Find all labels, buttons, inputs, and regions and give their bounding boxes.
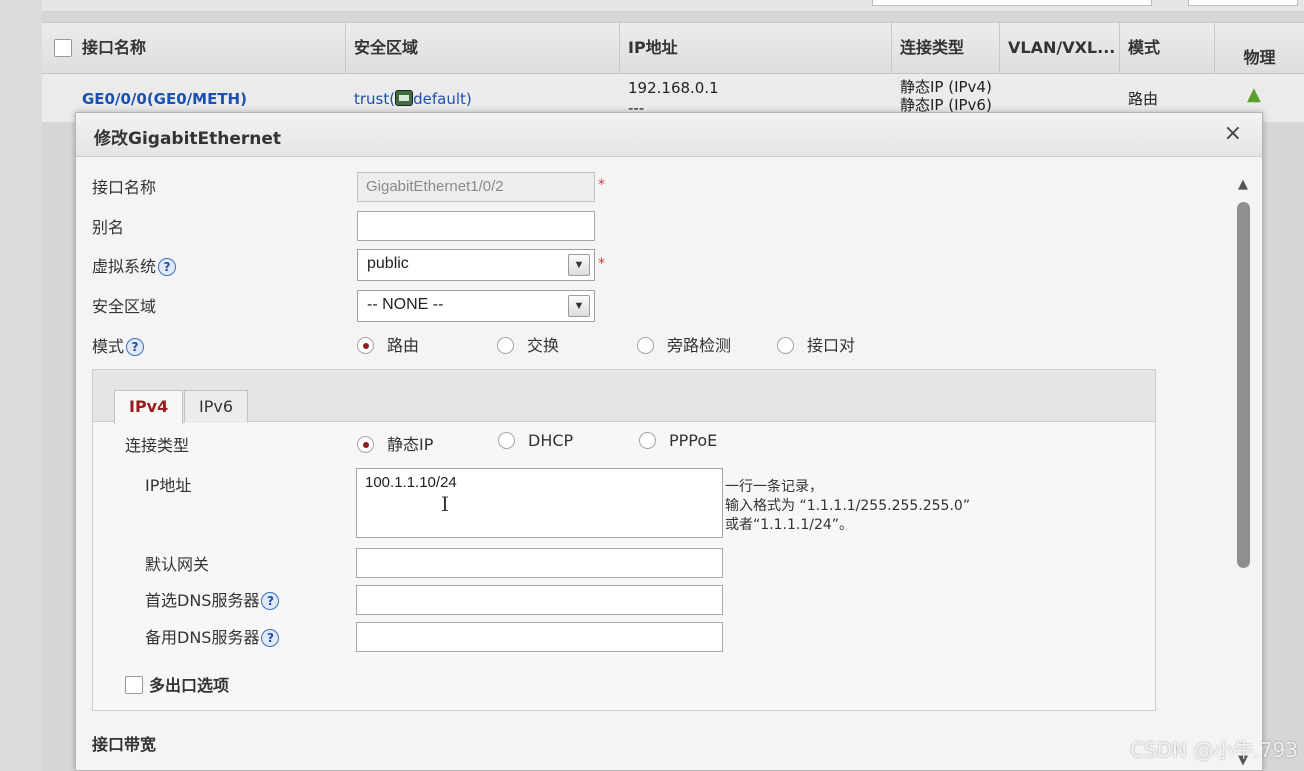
help-icon[interactable]: ? [261, 592, 280, 610]
conn-radio-static[interactable]: 静态IP [357, 431, 433, 455]
alias-input[interactable] [357, 211, 595, 241]
vsys-select[interactable]: public ▼ [357, 249, 595, 281]
row-zone-link[interactable]: trust( default) [354, 90, 472, 108]
left-gutter [0, 0, 42, 771]
row-connection-type: 静态IP (IPv4) 静态IP (IPv6) [900, 78, 992, 114]
mode-pair-label: 接口对 [807, 336, 856, 355]
help-icon[interactable]: ? [126, 338, 145, 356]
dns2-input[interactable] [356, 622, 723, 652]
conn-dhcp-label: DHCP [528, 431, 574, 450]
multi-exit-label: 多出口选项 [149, 676, 230, 695]
edit-interface-dialog: 修改GigabitEthernet × 接口名称 GigabitEthernet… [75, 112, 1263, 771]
zone-select-value: -- NONE -- [367, 296, 444, 313]
mode-radio-bypass[interactable]: 旁路检测 [637, 332, 731, 356]
radio-selected-icon[interactable] [357, 337, 374, 354]
multi-exit-checkbox[interactable] [125, 676, 143, 694]
zone-select[interactable]: -- NONE -- ▼ [357, 290, 595, 322]
scroll-up-icon[interactable]: ▲ [1234, 177, 1252, 192]
toolbar-search-fragment[interactable] [872, 0, 1152, 6]
mode-label-text: 模式 [92, 337, 125, 356]
tab-ipv4[interactable]: IPv4 [114, 390, 184, 424]
help-icon[interactable]: ? [261, 629, 280, 647]
zone-shield-icon [395, 90, 414, 106]
conn-static-label: 静态IP [387, 435, 434, 454]
gateway-label: 默认网关 [145, 555, 210, 574]
mode-label: 模式? [92, 333, 145, 357]
row-interface-name-link[interactable]: GE0/0/0(GE0/METH) [82, 90, 247, 108]
radio-icon[interactable] [777, 337, 794, 354]
row-zone-prefix: trust( [354, 90, 396, 108]
hint-line3: 或者“1.1.1.1/24”。 [725, 517, 854, 533]
hint-line2: 输入格式为 “1.1.1.1/255.255.255.0” [725, 498, 971, 514]
mode-radio-route[interactable]: 路由 [357, 332, 419, 356]
row-mode: 路由 [1128, 90, 1159, 108]
mode-bypass-label: 旁路检测 [667, 336, 732, 355]
bandwidth-section-label[interactable]: 接口带宽 [92, 731, 156, 755]
dialog-header: 修改GigabitEthernet × [76, 113, 1262, 157]
col-vlan[interactable]: VLAN/VXL... [1000, 23, 1120, 75]
required-mark: * [598, 177, 605, 193]
conn-type-label: 连接类型 [125, 436, 190, 455]
chevron-down-icon[interactable]: ▼ [568, 295, 590, 317]
mode-radio-pair[interactable]: 接口对 [777, 332, 855, 356]
toolbar-field-fragment[interactable] [1188, 0, 1298, 6]
zone-label: 安全区域 [92, 297, 157, 316]
ip-address-textarea[interactable]: 100.1.1.10/24 [356, 468, 723, 538]
link-up-arrow-icon: ▲ [1247, 84, 1261, 105]
vsys-label-text: 虚拟系统 [92, 257, 157, 276]
ip-format-hint: 一行一条记录， 输入格式为 “1.1.1.1/255.255.255.0” 或者… [725, 478, 970, 535]
conn-radio-dhcp[interactable]: DHCP [498, 431, 573, 450]
row-zone-suffix: default) [413, 90, 472, 108]
watermark: CSDN @小牛.793 [1130, 738, 1298, 762]
dns1-label: 首选DNS服务器? [145, 587, 280, 611]
multi-exit-option[interactable]: 多出口选项 [125, 672, 229, 696]
gateway-input[interactable] [356, 548, 723, 578]
interface-name-field: GigabitEthernet1/0/2 [357, 172, 595, 202]
dns1-input[interactable] [356, 585, 723, 615]
interface-table-header: 接口名称 安全区域 IP地址 连接类型 VLAN/VXL... 模式 物理 [42, 22, 1304, 75]
ip-tab-strip: IPv4 IPv6 [93, 370, 1155, 424]
ip-address-label: IP地址 [145, 476, 192, 495]
select-all-checkbox[interactable] [54, 39, 72, 57]
interface-name-label: 接口名称 [92, 178, 157, 197]
row-ip-line1: 192.168.0.1 [628, 79, 719, 97]
radio-icon[interactable] [637, 337, 654, 354]
tab-ipv6[interactable]: IPv6 [184, 390, 249, 423]
conn-pppoe-label: PPPoE [669, 431, 718, 450]
dns2-label-text: 备用DNS服务器 [145, 628, 260, 647]
help-icon[interactable]: ? [158, 258, 177, 276]
col-connection-type[interactable]: 连接类型 [892, 23, 1000, 75]
radio-icon[interactable] [497, 337, 514, 354]
radio-icon[interactable] [498, 432, 515, 449]
ip-config-panel: IPv4 IPv6 连接类型 静态IP DHCP PPPoE IP地址 100.… [92, 369, 1156, 711]
vsys-select-value: public [367, 255, 409, 272]
radio-icon[interactable] [639, 432, 656, 449]
col-physical[interactable]: 物理 [1215, 33, 1304, 75]
dialog-scrollbar[interactable]: ▲ ▼ [1234, 177, 1252, 768]
required-mark: * [598, 256, 605, 272]
row-conn-line1: 静态IP (IPv4) [900, 78, 992, 96]
alias-label: 别名 [92, 218, 125, 237]
chevron-down-icon[interactable]: ▼ [568, 254, 590, 276]
text-cursor-icon: I [441, 492, 449, 516]
col-ip-address[interactable]: IP地址 [620, 23, 892, 75]
col-mode[interactable]: 模式 [1120, 23, 1215, 75]
mode-radio-switch[interactable]: 交换 [497, 332, 559, 356]
close-icon[interactable]: × [1224, 121, 1242, 146]
col-interface-name[interactable]: 接口名称 [74, 23, 346, 75]
col-security-zone[interactable]: 安全区域 [346, 23, 620, 75]
dialog-title: 修改GigabitEthernet [94, 129, 282, 149]
mode-switch-label: 交换 [527, 336, 560, 355]
mode-route-label: 路由 [387, 336, 420, 355]
top-toolbar [42, 0, 1304, 12]
hint-line1: 一行一条记录， [725, 479, 823, 495]
dns2-label: 备用DNS服务器? [145, 624, 280, 648]
dns1-label-text: 首选DNS服务器 [145, 591, 260, 610]
radio-selected-icon[interactable] [357, 436, 374, 453]
conn-radio-pppoe[interactable]: PPPoE [639, 431, 717, 450]
vsys-label: 虚拟系统? [92, 253, 177, 277]
scroll-thumb[interactable] [1237, 202, 1250, 568]
